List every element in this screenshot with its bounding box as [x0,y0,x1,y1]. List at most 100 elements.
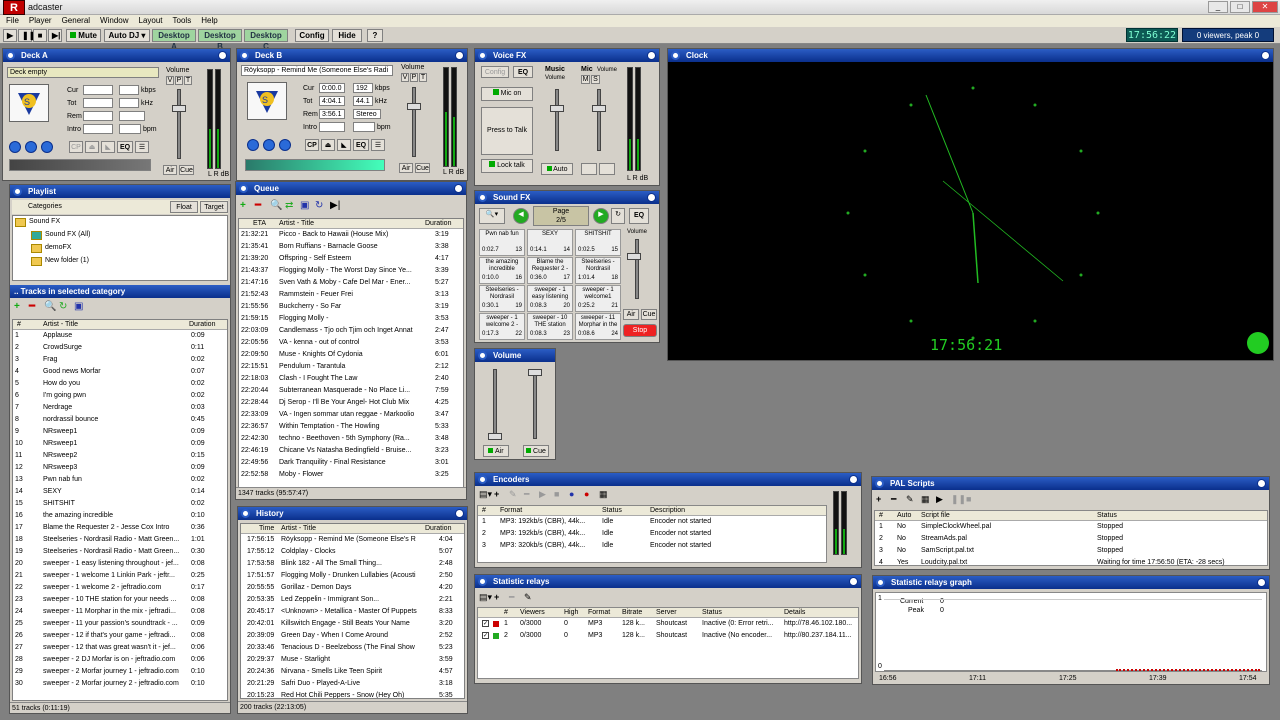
sound-fx-search-icon[interactable]: 🔍▾ [479,208,505,224]
auto-button[interactable]: Auto [541,163,573,175]
remove-icon[interactable]: ━ [509,592,521,604]
tree-item[interactable]: demoFX [13,242,227,254]
track-row[interactable]: 28 sweeper - 2 DJ Morfar is on - jeftradi… [13,654,227,666]
encoder-row[interactable]: 3 MP3: 320kb/s (CBR), 44k... Idle Encoder n… [478,540,826,552]
remove-icon[interactable]: ━ [524,489,536,501]
deck-b-play-button[interactable] [247,139,259,151]
play-icon[interactable]: ▶ [936,494,948,506]
queue-row[interactable]: 22:05:56 VA - kenna - out of control 3:53 [239,337,463,349]
history-row[interactable]: 20:45:17 <Unknown> - Metallica - Master O… [241,606,464,618]
encoder-row[interactable]: 1 MP3: 192kb/s (CBR), 44k... Idle Encoder n… [478,516,826,528]
queue-row[interactable]: 21:59:15 Flogging Molly - 3:53 [239,313,463,325]
track-row[interactable]: 18 Steelseries - Nordrasil Radio - Matt G… [13,534,227,546]
desktop-b-tab[interactable]: Desktop B [198,29,242,51]
track-row[interactable]: 12 NRsweep3 0:09 [13,462,227,474]
panel-menu-icon[interactable] [218,51,227,60]
queue-row[interactable]: 22:28:44 Dj Serop - I'll Be Your Angel- H… [239,397,463,409]
deck-a-fade-button[interactable]: ◣ [101,141,115,153]
panel-menu-icon[interactable] [455,51,464,60]
history-row[interactable]: 20:33:46 Tenacious D - Beelzeboss (The Fi… [241,642,464,654]
panel-menu-icon[interactable] [1261,51,1270,60]
panel-menu-icon[interactable] [647,51,656,60]
history-row[interactable]: 20:55:55 Gorillaz - Demon Days 4:20 [241,582,464,594]
panel-menu-icon[interactable] [455,509,464,518]
search-icon[interactable]: 🔍 [270,200,282,212]
deck-a-p-button[interactable]: P [175,76,183,85]
deck-b-cue-button[interactable]: Cue [415,163,430,173]
play-next-icon[interactable]: ▶| [330,200,342,212]
help-button[interactable]: ? [367,29,383,42]
add-icon[interactable]: + [240,200,252,212]
deck-b-volume-knob[interactable] [407,103,421,110]
tree-item[interactable]: Sound FX (All) [13,229,227,241]
relay-enabled-checkbox[interactable]: ✓ [482,632,489,639]
connect-icon[interactable]: ● [569,489,581,501]
tree-item[interactable]: Sound FX [13,216,227,228]
track-row[interactable]: 2 CrowdSurge 0:11 [13,342,227,354]
deck-b-t-button[interactable]: T [419,73,427,82]
sound-fx-cue-button[interactable]: Cue [641,309,657,320]
panel-menu-icon[interactable] [647,193,656,202]
add-icon[interactable]: + [494,592,506,604]
track-row[interactable]: 13 Pwn nab fun 0:02 [13,474,227,486]
panel-menu-icon[interactable] [454,184,463,193]
music-volume-slider[interactable] [555,89,559,151]
prev-page-icon[interactable]: ◀ [513,208,529,224]
queue-row[interactable]: 21:39:20 Offspring - Self Esteem 4:17 [239,253,463,265]
air-volume-knob[interactable] [488,433,502,440]
track-row[interactable]: 4 Good news Morfar 0:07 [13,366,227,378]
mic-s-button[interactable]: S [591,75,600,84]
refresh-icon[interactable]: ↻ [59,301,71,313]
volume-air-button[interactable]: Air [483,445,509,457]
search-icon[interactable]: 🔍 [44,301,56,313]
queue-row[interactable]: 21:43:37 Flogging Molly - The Worst Day S… [239,265,463,277]
relay-enabled-checkbox[interactable]: ✓ [482,620,489,627]
queue-row[interactable]: 22:42:30 techno - Beethoven - 5th Symphon… [239,433,463,445]
track-row[interactable]: 30 sweeper - 2 Morfar journey 2 - jeftrad… [13,678,227,690]
track-row[interactable]: 6 I'm going pwn 0:02 [13,390,227,402]
target-button[interactable]: Target [200,201,228,213]
stop-icon[interactable]: ■ [966,494,978,506]
voice-fx-eq-button[interactable]: EQ [513,66,533,78]
history-row[interactable]: 20:29:37 Muse - Starlight 3:59 [241,654,464,666]
deck-a-volume-slider[interactable] [177,89,181,159]
tree-item[interactable]: New folder (1) [13,255,227,267]
track-row[interactable]: 19 Steelseries - Nordrasil Radio - Matt G… [13,546,227,558]
deck-a-air-button[interactable]: Air [163,165,177,175]
deck-a-play-button[interactable] [9,141,21,153]
track-row[interactable]: 3 Frag 0:02 [13,354,227,366]
panel-menu-icon[interactable] [1257,479,1266,488]
track-row[interactable]: 20 sweeper - 1 easy listening throughout … [13,558,227,570]
queue-row[interactable]: 22:33:09 VA - Ingen sommar utan reggae - … [239,409,463,421]
queue-row[interactable]: 22:20:44 Subterranean Masquerade - No Pla… [239,385,463,397]
queue-row[interactable]: 21:47:16 Sven Vath & Moby - Cafe Del Mar … [239,277,463,289]
mic-on-button[interactable]: Mic on [481,87,533,101]
queue-row[interactable]: 22:46:19 Chicane Vs Natasha Bedingfield -… [239,445,463,457]
history-row[interactable]: 20:53:35 Led Zeppelin - Immigrant Son... 2… [241,594,464,606]
menu-item-tools[interactable]: Tools [173,15,192,27]
menu-item-general[interactable]: General [62,15,90,27]
track-row[interactable]: 15 SHITSHIT 0:02 [13,498,227,510]
sound-fx-eq-button[interactable]: EQ [629,208,649,224]
track-row[interactable]: 9 NRsweep1 0:09 [13,426,227,438]
deck-a-eq-button[interactable]: EQ [117,141,133,153]
sound-fx-stop-button[interactable]: Stop [623,324,657,337]
encoder-config-icon[interactable]: ▤▾ [479,489,492,501]
voice-fx-config-button[interactable]: Config [481,66,509,78]
air-volume-slider[interactable] [493,369,497,439]
panel-menu-icon[interactable] [849,577,858,586]
record-icon[interactable]: ● [584,489,596,501]
history-row[interactable]: 20:42:01 Killswitch Engage - Still Beats … [241,618,464,630]
track-row[interactable]: 8 nordrassil bounce 0:45 [13,414,227,426]
track-row[interactable]: 24 sweeper - 11 Morphar in the mix - jeft… [13,606,227,618]
menu-item-layout[interactable]: Layout [139,15,163,27]
pal-row[interactable]: 4 Yes Loudcity.pal.txt Waiting for time 17:… [875,557,1267,569]
pal-row[interactable]: 1 No SimpleClockWheel.pal Stopped [875,521,1267,533]
autodj-button[interactable]: Auto DJ ▾ [104,29,150,42]
save-icon[interactable]: ▣ [74,301,86,313]
add-icon[interactable]: + [494,489,506,501]
relay-edit-icon[interactable]: ✎ [524,592,536,604]
relay-config-icon[interactable]: ▤▾ [479,592,492,604]
desktop-a-tab[interactable]: Desktop A [152,29,196,51]
queue-row[interactable]: 22:49:56 Dark Tranquility - Final Resista… [239,457,463,469]
